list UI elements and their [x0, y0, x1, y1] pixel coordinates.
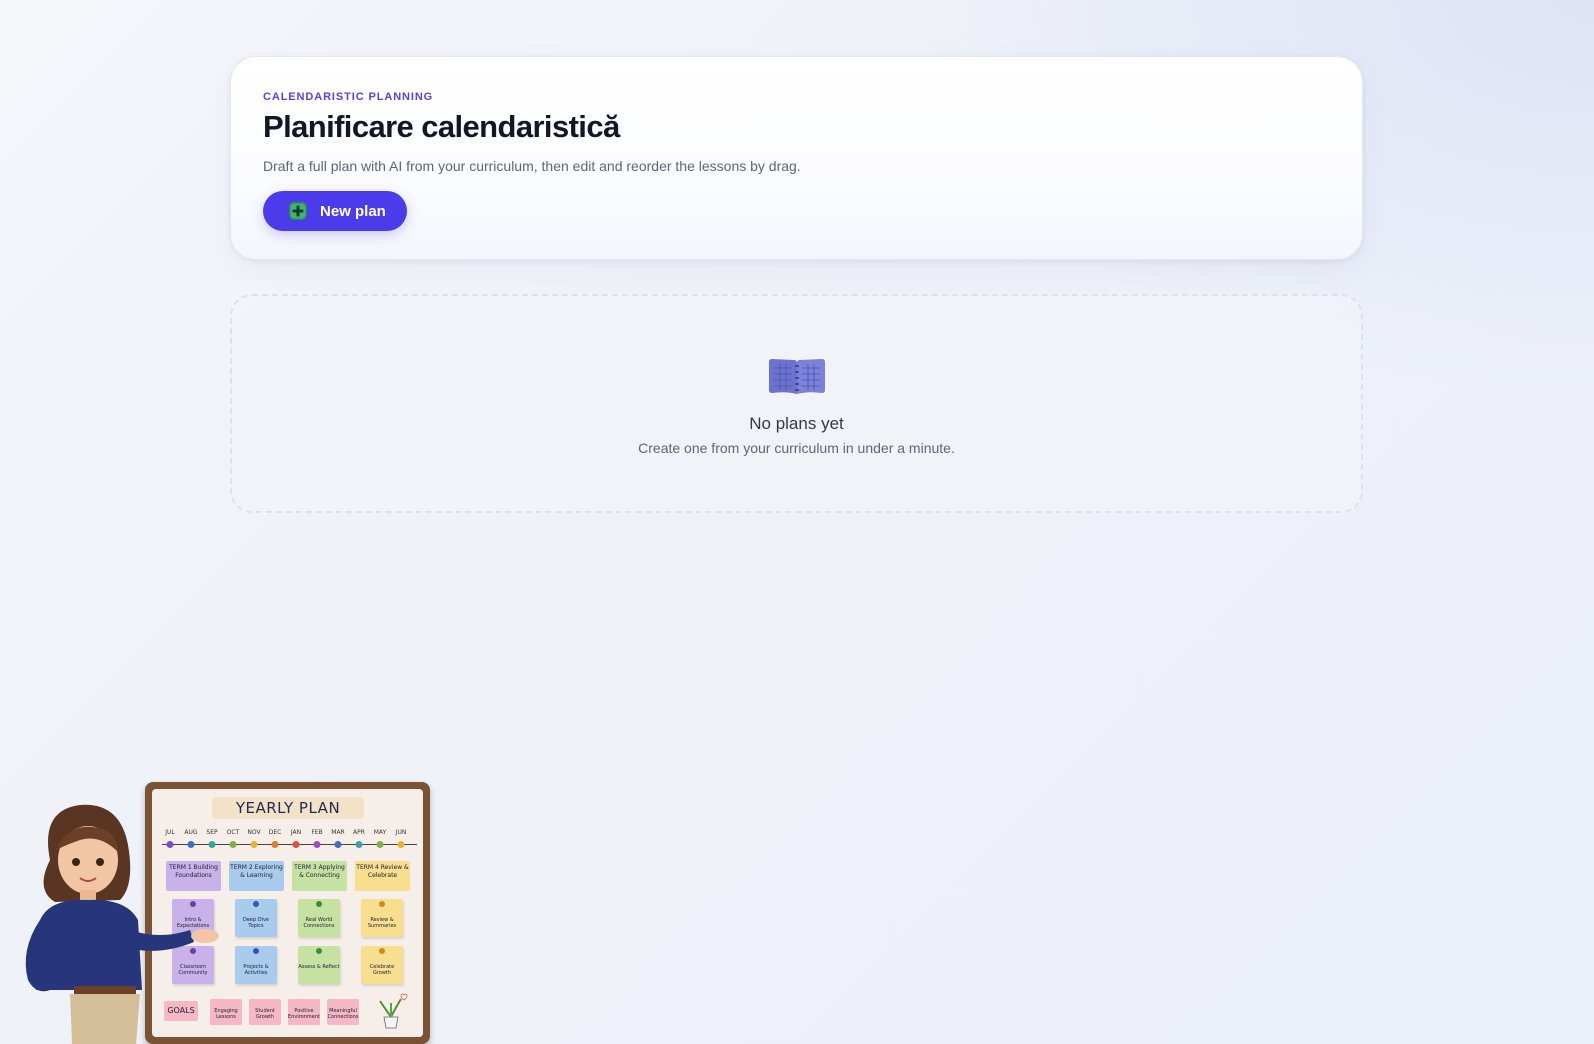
sticky-note: Celebrate Growth — [361, 946, 403, 984]
timeline-dot — [292, 841, 300, 848]
page-title: Planificare calendaristică — [263, 109, 620, 144]
sticky-note: Deep Dive Topics — [235, 899, 277, 937]
yearly-plan-illustration: YEARLY PLAN JUL AUG SEP OCT NOV DEC JAN FEB MAR A… — [0, 770, 440, 1044]
plus-icon — [288, 201, 308, 221]
header-card: CALENDARISTIC PLANNING Planificare calen… — [230, 56, 1363, 260]
timeline-dot — [229, 841, 237, 848]
goal-note: Meaningful Connections — [327, 999, 359, 1025]
timeline-month: MAR — [331, 829, 345, 836]
board-title: YEARLY PLAN — [212, 797, 364, 819]
timeline-month: APR — [353, 829, 365, 836]
timeline-month: JAN — [290, 829, 302, 836]
new-plan-button[interactable]: New plan — [263, 191, 407, 231]
term-card: TERM 2 Exploring & Learning — [229, 861, 284, 891]
timeline-dot — [397, 841, 405, 848]
sticky-note: Assess & Reflect — [298, 946, 340, 984]
timeline-month: NOV — [247, 829, 261, 836]
new-plan-label: New plan — [320, 202, 386, 220]
goal-note: Positive Environment — [288, 999, 320, 1025]
timeline-month: MAY — [373, 829, 387, 836]
term-card: TERM 3 Applying & Connecting — [292, 861, 347, 891]
timeline-dot — [334, 841, 342, 848]
timeline-dot — [313, 841, 321, 848]
timeline-month: JUN — [395, 829, 407, 836]
empty-state: No plans yet Create one from your curric… — [230, 294, 1363, 513]
goal-note: Student Growth — [249, 999, 281, 1025]
timeline-dot — [376, 841, 384, 848]
plant-icon — [379, 993, 408, 1029]
sticky-note: Real World Connections — [298, 899, 340, 937]
term-card: TERM 4 Review & Celebrate — [355, 861, 410, 891]
empty-state-title: No plans yet — [749, 414, 844, 433]
page-subtitle: Draft a full plan with AI from your curr… — [263, 158, 801, 174]
empty-state-subtitle: Create one from your curriculum in under… — [638, 440, 955, 456]
timeline-dot — [271, 841, 279, 848]
timeline-month: FEB — [311, 829, 323, 836]
sticky-note: Projects & Activities — [235, 946, 277, 984]
book-icon — [768, 359, 825, 394]
timeline-dot — [250, 841, 258, 848]
page-eyebrow: CALENDARISTIC PLANNING — [263, 91, 434, 103]
timeline-month: OCT — [226, 829, 240, 836]
timeline-month: DEC — [268, 829, 282, 836]
timeline-dot — [355, 841, 363, 848]
teacher-figure — [25, 804, 219, 1044]
sticky-note: Review & Summaries — [361, 899, 403, 937]
